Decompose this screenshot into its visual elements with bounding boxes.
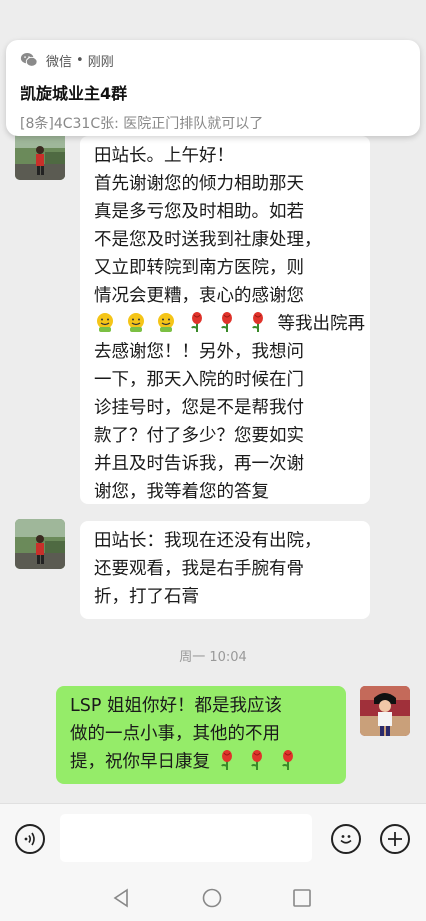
notification-separator: • bbox=[76, 52, 84, 68]
rose-emoji-icon bbox=[281, 750, 293, 770]
message-bubble[interactable]: 田站长：我现在还没有出院， 还要观看，我是右手腕有骨 折，打了石膏 bbox=[80, 521, 370, 619]
recents-square-icon[interactable] bbox=[290, 886, 314, 910]
message-line: 情况会更糟，衷心的感谢您 bbox=[94, 286, 304, 306]
own-avatar[interactable] bbox=[360, 686, 410, 736]
message-line: 诊挂号时，您是不是帮我付 bbox=[94, 398, 304, 418]
message-line: 一下，那天入院的时候在门 bbox=[94, 370, 304, 390]
message-line: 又立即转院到南方医院，则 bbox=[94, 258, 304, 278]
voice-icon bbox=[24, 832, 35, 846]
home-circle-icon[interactable] bbox=[200, 886, 224, 910]
message-input[interactable] bbox=[60, 814, 312, 862]
notification-preview: [8条]4C31C张: 医院正门排队就可以了 bbox=[20, 116, 264, 132]
message-line: 还要观看，我是右手腕有骨 bbox=[94, 559, 304, 579]
message-line: 谢您，我等着您的答复 bbox=[94, 482, 269, 502]
sender-avatar[interactable] bbox=[15, 130, 65, 180]
rose-emoji-icon bbox=[221, 312, 233, 332]
message-line-text: 提，祝你早日康复 bbox=[70, 752, 210, 772]
rose-emoji-icon bbox=[251, 312, 263, 332]
message-bubble[interactable]: 田站长。上午好！ 首先谢谢您的倾力相助那天 真是多亏您及时相助。如若 不是您及时… bbox=[80, 136, 370, 504]
avatar-image bbox=[360, 686, 410, 736]
notification-time: 刚刚 bbox=[87, 54, 114, 70]
smile-emoji-icon bbox=[97, 313, 113, 332]
message-line: 田站长。上午好！ bbox=[94, 146, 234, 166]
message-line: 真是多亏您及时相助。如若 bbox=[94, 202, 304, 222]
smile-emoji-icon bbox=[127, 313, 144, 332]
message-line: 折，打了石膏 bbox=[94, 587, 199, 607]
message-line-with-emoji: 等我出院再 bbox=[94, 310, 365, 338]
emoji-button[interactable] bbox=[331, 824, 361, 854]
rose-emoji-icon bbox=[190, 312, 202, 332]
message-line: 去感谢您！！另外，我想问 bbox=[94, 342, 304, 362]
message-line-text: 等我出院再 bbox=[277, 314, 365, 334]
rose-emoji-icon bbox=[220, 750, 232, 770]
smile-emoji-icon bbox=[158, 313, 175, 332]
add-button[interactable] bbox=[380, 824, 410, 854]
system-nav-bar bbox=[0, 875, 426, 921]
message-line: 田站长：我现在还没有出院， bbox=[94, 531, 322, 551]
message-line: LSP 姐姐你好！都是我应该 bbox=[70, 696, 282, 716]
wechat-icon bbox=[20, 52, 38, 67]
avatar-image bbox=[15, 130, 65, 180]
plus-icon bbox=[388, 832, 402, 846]
rose-emoji-icon bbox=[251, 750, 263, 770]
voice-button[interactable] bbox=[15, 824, 45, 854]
message-line: 款了？付了多少？您要如实 bbox=[94, 426, 304, 446]
notification-header: 微信 • 刚刚 bbox=[20, 50, 406, 70]
back-triangle-icon[interactable] bbox=[109, 886, 133, 910]
message-line: 做的一点小事，其他的不用 bbox=[70, 724, 280, 744]
message-line: 并且及时告诉我，再一次谢 bbox=[94, 454, 304, 474]
own-message-bubble[interactable]: LSP 姐姐你好！都是我应该 做的一点小事，其他的不用 提，祝你早日康复 bbox=[56, 686, 346, 784]
chat-timestamp: 周一 10:04 bbox=[179, 650, 247, 665]
avatar-image bbox=[15, 519, 65, 569]
sender-avatar[interactable] bbox=[15, 519, 65, 569]
message-line-with-emoji: 提，祝你早日康复 bbox=[70, 748, 334, 776]
notification-title: 凯旋城业主4群 bbox=[20, 84, 128, 103]
message-line: 首先谢谢您的倾力相助那天 bbox=[94, 174, 304, 194]
emoji-icon bbox=[340, 835, 352, 844]
notification-app-name: 微信 bbox=[46, 54, 73, 70]
chat-input-bar bbox=[0, 803, 426, 876]
notification-banner[interactable]: 微信 • 刚刚 凯旋城业主4群 [8条]4C31C张: 医院正门排队就可以了 bbox=[6, 40, 420, 136]
message-line: 不是您及时送我到社康处理， bbox=[94, 230, 322, 250]
